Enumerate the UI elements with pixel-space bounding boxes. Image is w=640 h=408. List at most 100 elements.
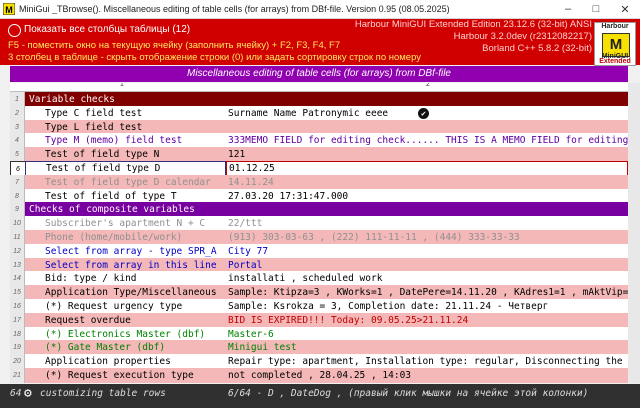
version-minigui: Harbour MiniGUI Extended Edition 23.12.6… [354,19,592,30]
row-number: 1 [10,92,25,107]
field-value-cell[interactable]: Minigui test [226,340,628,356]
show-all-columns-radio[interactable] [8,24,21,37]
field-name-cell[interactable]: Bid: type / kind [25,271,226,287]
row-number: 21 [10,368,25,383]
row-number: 2 [10,105,25,121]
field-value-cell[interactable]: Portal [226,257,628,273]
field-name-cell[interactable]: Application properties [25,354,226,370]
field-value-cell[interactable]: (913) 303-03-63 , (222) 111-11-11 , (444… [226,230,628,245]
section-title: Checks of composite variables [25,202,628,218]
svg-text:M: M [5,5,13,15]
column-hint: 3 столбец в таблице - скрыть отображение… [8,52,422,63]
show-all-columns-label[interactable]: Показать все столбцы таблицы (12) [24,24,190,35]
cell-info: 6/64 - D , DateDog , (правый клик мышки … [228,388,589,399]
field-name-cell[interactable]: Select from array in this line [25,257,226,273]
row-number: 18 [10,326,25,342]
field-value-cell[interactable]: 27.03.20 17:31:47.000 [226,188,628,204]
field-name-cell[interactable]: (*) Request urgency type [25,299,226,314]
gear-icon[interactable]: ⚙ [24,386,32,401]
app-icon: M [3,3,15,15]
field-value-cell[interactable]: Master-6 [226,326,628,342]
field-name-cell[interactable]: Test of field type D calendar [25,174,226,190]
field-name-cell[interactable]: (*) Electronics Master (dbf) [25,326,226,342]
row-number: 5 [10,147,25,163]
minimize-icon[interactable]: – [554,0,582,18]
status-bar: 64 ⚙ customizing table rows 6/64 - D , D… [0,384,640,408]
row-number: 7 [10,174,25,190]
field-name-cell[interactable]: Phone (home/mobile/work) [25,230,226,245]
table-row[interactable]: 3 Type L field test [10,119,628,135]
field-value-cell[interactable]: 333MEMO FIELD for editing check...... TH… [226,133,628,149]
table-row[interactable]: 11 Phone (home/mobile/work) (913) 303-03-6… [10,230,628,245]
field-value-cell[interactable]: installati , scheduled work [226,271,628,287]
table-row[interactable]: 12 Select from array - type SPR_A City 77 [10,243,628,259]
field-name-cell[interactable]: Subscriber's apartment N + C [25,216,226,232]
table-row[interactable]: 7 Test of field type D calendar 14.11.24 [10,174,628,190]
field-name-cell[interactable]: Select from array - type SPR_A [25,243,226,259]
field-name-cell[interactable]: Test of field type D [25,161,226,176]
row-number: 15 [10,285,25,301]
field-name-cell[interactable]: Test of field of type T [25,188,226,204]
field-name-cell[interactable]: Type M (memo) field test [25,133,226,149]
minigui-logo: Harbour M MiniGUI Extended [594,22,636,66]
row-number: 13 [10,257,25,273]
data-table[interactable]: 1 2 1 Variable checks 2 Type C field test Su… [10,83,628,383]
field-value-cell[interactable]: 01.12.25 [226,161,628,176]
field-name-cell[interactable]: Request overdue [25,312,226,328]
row-number: 17 [10,312,25,328]
table-row[interactable]: 14 Bid: type / kind installati , scheduled… [10,271,628,287]
column-header-2[interactable]: 2 [426,83,430,88]
field-value-cell[interactable]: 121 [226,147,628,163]
row-number: 16 [10,299,25,314]
table-row[interactable]: 18 (*) Electronics Master (dbf) Master-6 [10,326,628,342]
row-number: 20 [10,354,25,370]
field-name-cell[interactable]: Type L field test [25,119,226,135]
check-icon: ✔ [418,107,429,119]
table-row[interactable]: 15 Application Type/Miscellaneous Sample: … [10,285,628,301]
section-row[interactable]: 9 Checks of composite variables [10,202,628,218]
field-name-cell[interactable]: Type C field test [25,105,226,121]
window-title: MiniGui _TBrowse(). Miscellaneous editin… [19,4,450,14]
customize-rows-label[interactable]: customizing table rows [40,388,166,399]
field-value-cell[interactable]: 22/ttt [226,216,628,232]
table-row[interactable]: 19 (*) Gate Master (dbf) Minigui test [10,340,628,356]
field-value-cell[interactable]: Sample: Ktipza=3 , KWorks=1 , DatePere=1… [226,285,628,301]
table-row[interactable]: 17 Request overdue BID IS EXPIRED!!! Toda… [10,312,628,328]
row-number: 14 [10,271,25,287]
field-value-cell[interactable]: Sample: Ksrokza = 3, Completion date: 21… [226,299,628,314]
version-compiler: Borland C++ 5.8.2 (32-bit) [482,43,592,54]
field-value-cell[interactable]: City 77 [226,243,628,259]
row-count: 64 [10,388,22,399]
row-number: 9 [10,202,25,218]
vertical-scrollbar[interactable] [628,83,640,383]
field-value-cell[interactable]: not completed , 28.04.25 , 14:03 [226,368,628,383]
table-title-banner: Miscellaneous editing of table cells (fo… [10,66,628,82]
table-row[interactable]: 2 Type C field test Surname Name Patronymi… [10,105,628,121]
hotkey-hint: F5 - поместить окно на текущую ячейку (з… [8,40,341,51]
table-row[interactable]: 6 Test of field type D 01.12.25 [10,161,628,178]
section-row[interactable]: 1 Variable checks [10,92,628,107]
column-header-1[interactable]: 1 [120,83,124,88]
row-number: 4 [10,133,25,149]
table-row[interactable]: 10 Subscriber's apartment N + C 22/ttt [10,216,628,232]
field-name-cell[interactable]: Test of field type N [25,147,226,163]
row-number: 19 [10,340,25,356]
maximize-icon[interactable]: □ [582,0,610,18]
table-row[interactable]: 20 Application properties Repair type: apa… [10,354,628,370]
field-value-cell[interactable]: BID IS EXPIRED!!! Today: 09.05.25>21.11.… [226,312,628,328]
table-row[interactable]: 16 (*) Request urgency type Sample: Ksrokz… [10,299,628,314]
table-row[interactable]: 8 Test of field of type T 27.03.20 17:31:4… [10,188,628,204]
field-name-cell[interactable]: Application Type/Miscellaneous [25,285,226,301]
field-name-cell[interactable]: (*) Request execution type [25,368,226,383]
field-value-cell[interactable] [226,119,628,135]
title-bar: M MiniGui _TBrowse(). Miscellaneous edit… [0,0,640,19]
field-value-cell[interactable]: Repair type: apartment, Installation typ… [226,354,628,370]
field-name-cell[interactable]: (*) Gate Master (dbf) [25,340,226,356]
section-title: Variable checks [25,92,628,107]
table-row[interactable]: 4 Type M (memo) field test 333MEMO FIELD f… [10,133,628,149]
table-row[interactable]: 21 (*) Request execution type not complete… [10,368,628,383]
field-value-cell[interactable]: 14.11.24 [226,174,628,190]
close-icon[interactable]: ✕ [610,0,640,18]
table-row[interactable]: 5 Test of field type N 121 [10,147,628,163]
table-row[interactable]: 13 Select from array in this line Portal [10,257,628,273]
